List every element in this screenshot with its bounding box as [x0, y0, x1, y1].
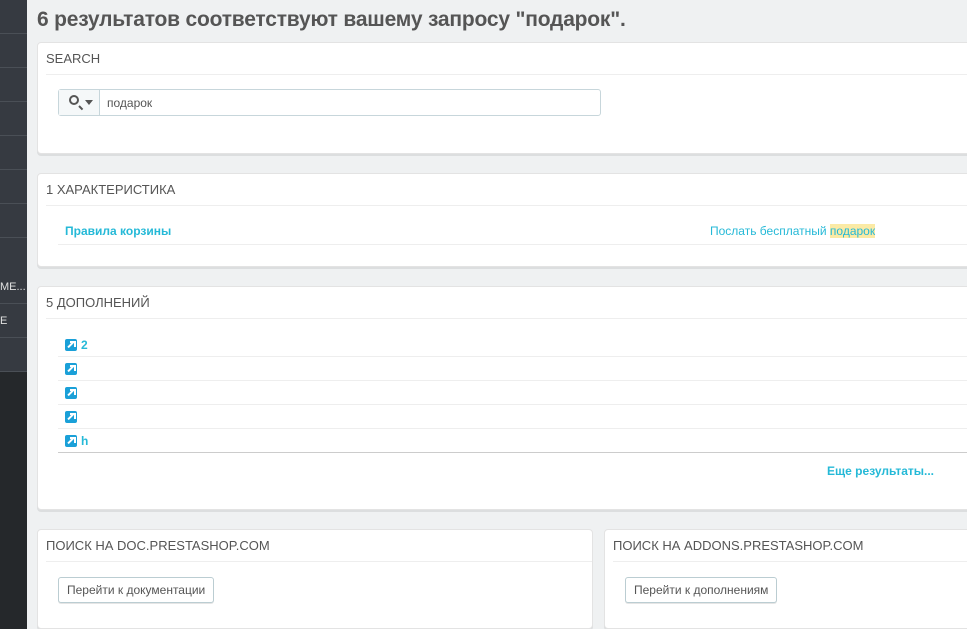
addon-row[interactable]: 2 — [58, 333, 967, 357]
search-panel-heading: SEARCH — [46, 43, 967, 75]
search-highlight: подарок — [829, 224, 876, 238]
addons-panel: 5 ДОПОЛНЕНИЙ 2 h Еще результаты... — [37, 286, 967, 510]
sidebar-menu: МЕ... Е — [0, 0, 27, 372]
external-link-icon — [65, 363, 77, 375]
search-icon — [69, 95, 79, 105]
caret-down-icon — [85, 100, 93, 105]
doc-search-panel-heading: ПОИСК НА DOC.PRESTASHOP.COM — [46, 530, 592, 562]
sidebar: МЕ... Е — [0, 0, 27, 629]
addon-row[interactable] — [58, 357, 967, 381]
go-to-addons-button[interactable]: Перейти к дополнениям — [625, 577, 778, 603]
more-results-link[interactable]: Еще результаты... — [827, 464, 934, 478]
addon-row[interactable] — [58, 381, 967, 405]
sidebar-item-5[interactable] — [0, 136, 27, 170]
features-panel-heading: 1 ХАРАКТЕРИСТИКА — [46, 174, 967, 206]
external-link-icon — [65, 411, 77, 423]
go-to-documentation-button[interactable]: Перейти к документации — [58, 577, 215, 603]
sidebar-item-3[interactable] — [0, 68, 27, 102]
external-link-icon — [65, 387, 77, 399]
addons-panel-heading: 5 ДОПОЛНЕНИЙ — [46, 287, 967, 319]
doc-search-panel: ПОИСК НА DOC.PRESTASHOP.COM Перейти к до… — [37, 529, 593, 629]
search-panel: SEARCH — [37, 42, 967, 154]
addon-link[interactable]: h — [81, 434, 88, 448]
sidebar-item-9[interactable]: Е — [0, 304, 27, 338]
addons-search-panel: ПОИСК НА ADDONS.PRESTASHOP.COM Перейти к… — [604, 529, 967, 629]
external-link-icon — [65, 435, 77, 447]
sidebar-item-1[interactable] — [0, 0, 27, 34]
search-input-group — [58, 89, 601, 116]
addon-row[interactable] — [58, 405, 967, 429]
sidebar-item-8[interactable]: МЕ... — [0, 270, 27, 304]
feature-link-cart-rules[interactable]: Правила корзины — [65, 224, 171, 238]
search-input[interactable] — [107, 90, 587, 115]
search-type-dropdown[interactable] — [59, 90, 100, 115]
addon-link[interactable]: 2 — [81, 338, 88, 352]
addon-row[interactable]: h — [58, 429, 967, 453]
sidebar-item-4[interactable] — [0, 102, 27, 136]
feature-row: Правила корзины Послать бесплатный подар… — [58, 218, 967, 245]
feature-description: Послать бесплатный подарок — [710, 224, 876, 238]
sidebar-item-6[interactable] — [0, 170, 27, 204]
sidebar-item-7[interactable] — [0, 204, 27, 238]
feature-description-text: Послать бесплатный — [710, 224, 830, 238]
external-link-icon — [65, 339, 77, 351]
addons-search-panel-heading: ПОИСК НА ADDONS.PRESTASHOP.COM — [613, 530, 967, 562]
sidebar-item-2[interactable] — [0, 34, 27, 68]
sidebar-item-10[interactable] — [0, 338, 27, 372]
features-panel: 1 ХАРАКТЕРИСТИКА Правила корзины Послать… — [37, 173, 967, 267]
page-title: 6 результатов соответствуют вашему запро… — [37, 8, 626, 31]
